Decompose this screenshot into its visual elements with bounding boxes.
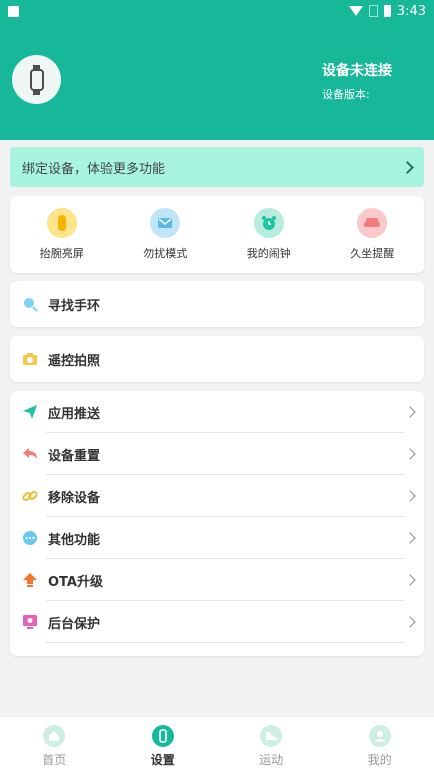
list-item-ota-upgrade[interactable]: OTA升级 bbox=[22, 559, 416, 601]
link-icon bbox=[22, 488, 38, 504]
chevron-right-icon bbox=[404, 574, 416, 586]
protect-icon bbox=[22, 614, 38, 630]
list-item-remove-device[interactable]: 移除设备 bbox=[22, 475, 416, 517]
quick-action-label: 勿扰模式 bbox=[143, 247, 188, 260]
remote-photo-label: 遥控拍照 bbox=[48, 353, 101, 369]
list-item-label: OTA升级 bbox=[48, 574, 103, 590]
bottom-tab-bar: 首页 设置 运动 我的 bbox=[0, 716, 434, 772]
tab-settings[interactable]: 设置 bbox=[109, 717, 218, 772]
sport-shoe-icon bbox=[260, 725, 283, 747]
home-icon bbox=[43, 725, 66, 747]
list-item-app-push[interactable]: 应用推送 bbox=[22, 391, 416, 433]
tab-sport[interactable]: 运动 bbox=[217, 717, 326, 772]
device-status: 设备未连接 bbox=[322, 63, 392, 79]
chevron-right-icon bbox=[404, 406, 416, 418]
list-item-device-reset[interactable]: 设备重置 bbox=[22, 433, 416, 475]
chevron-right-icon bbox=[404, 532, 416, 544]
chevron-right-icon bbox=[401, 160, 414, 174]
settings-watch-icon bbox=[151, 725, 174, 747]
list-item-label: 其他功能 bbox=[48, 532, 101, 548]
upgrade-icon bbox=[22, 572, 38, 588]
chevron-right-icon bbox=[404, 448, 416, 460]
more-icon bbox=[22, 530, 38, 546]
reset-icon bbox=[22, 446, 38, 462]
tab-profile[interactable]: 我的 bbox=[326, 717, 434, 772]
quick-action-sedentary[interactable]: 久坐提醒 bbox=[321, 196, 425, 273]
chevron-right-icon bbox=[404, 616, 416, 628]
profile-icon bbox=[368, 725, 391, 747]
quick-action-do-not-disturb[interactable]: 勿扰模式 bbox=[114, 196, 218, 273]
watch-icon bbox=[29, 64, 44, 95]
bind-banner-text: 绑定设备，体验更多功能 bbox=[22, 161, 166, 177]
tab-label: 运动 bbox=[259, 753, 284, 767]
sim-icon bbox=[368, 5, 378, 17]
device-avatar[interactable] bbox=[12, 55, 61, 104]
battery-icon bbox=[383, 5, 391, 17]
quick-action-label: 久坐提醒 bbox=[350, 247, 395, 260]
chevron-right-icon bbox=[404, 490, 416, 502]
notification-icon bbox=[8, 5, 19, 17]
device-header: 设备未连接 设备版本: bbox=[0, 22, 434, 140]
tab-label: 首页 bbox=[42, 753, 67, 767]
quick-action-alarm[interactable]: 我的闹钟 bbox=[217, 196, 321, 273]
sedentary-icon bbox=[357, 208, 388, 238]
list-item-label: 移除设备 bbox=[48, 490, 101, 506]
list-item-label: 应用推送 bbox=[48, 406, 101, 422]
device-version-label: 设备版本: bbox=[322, 88, 370, 101]
quick-action-raise-wrist[interactable]: 抬腕亮屏 bbox=[10, 196, 114, 273]
raise-wrist-icon bbox=[46, 208, 77, 238]
bind-device-banner[interactable]: 绑定设备，体验更多功能 bbox=[10, 147, 424, 187]
alarm-clock-icon bbox=[253, 208, 284, 238]
send-icon bbox=[22, 404, 38, 420]
search-icon bbox=[22, 296, 38, 312]
quick-actions-card: 抬腕亮屏 勿扰模式 我的闹钟 久坐提醒 bbox=[10, 196, 424, 273]
find-band-row[interactable]: 寻找手环 bbox=[10, 281, 424, 327]
do-not-disturb-icon bbox=[150, 208, 181, 238]
tab-label: 我的 bbox=[367, 753, 392, 767]
quick-action-label: 我的闹钟 bbox=[246, 247, 291, 260]
settings-list: 应用推送 设备重置 移除设备 其他功能 OTA升级 后台保护 bbox=[10, 391, 424, 656]
wifi-icon bbox=[348, 6, 363, 16]
tab-label: 设置 bbox=[150, 753, 175, 767]
status-bar: 3:43 bbox=[0, 0, 434, 22]
status-time: 3:43 bbox=[396, 3, 426, 19]
find-band-label: 寻找手环 bbox=[48, 298, 101, 314]
list-item-label: 设备重置 bbox=[48, 448, 101, 464]
tab-home[interactable]: 首页 bbox=[0, 717, 109, 772]
list-item-label: 后台保护 bbox=[48, 616, 101, 632]
list-item-background-protect[interactable]: 后台保护 bbox=[22, 601, 416, 643]
remote-photo-row[interactable]: 遥控拍照 bbox=[10, 336, 424, 382]
camera-icon bbox=[22, 351, 38, 367]
divider bbox=[46, 642, 404, 643]
quick-action-label: 抬腕亮屏 bbox=[39, 247, 84, 260]
list-item-other-functions[interactable]: 其他功能 bbox=[22, 517, 416, 559]
